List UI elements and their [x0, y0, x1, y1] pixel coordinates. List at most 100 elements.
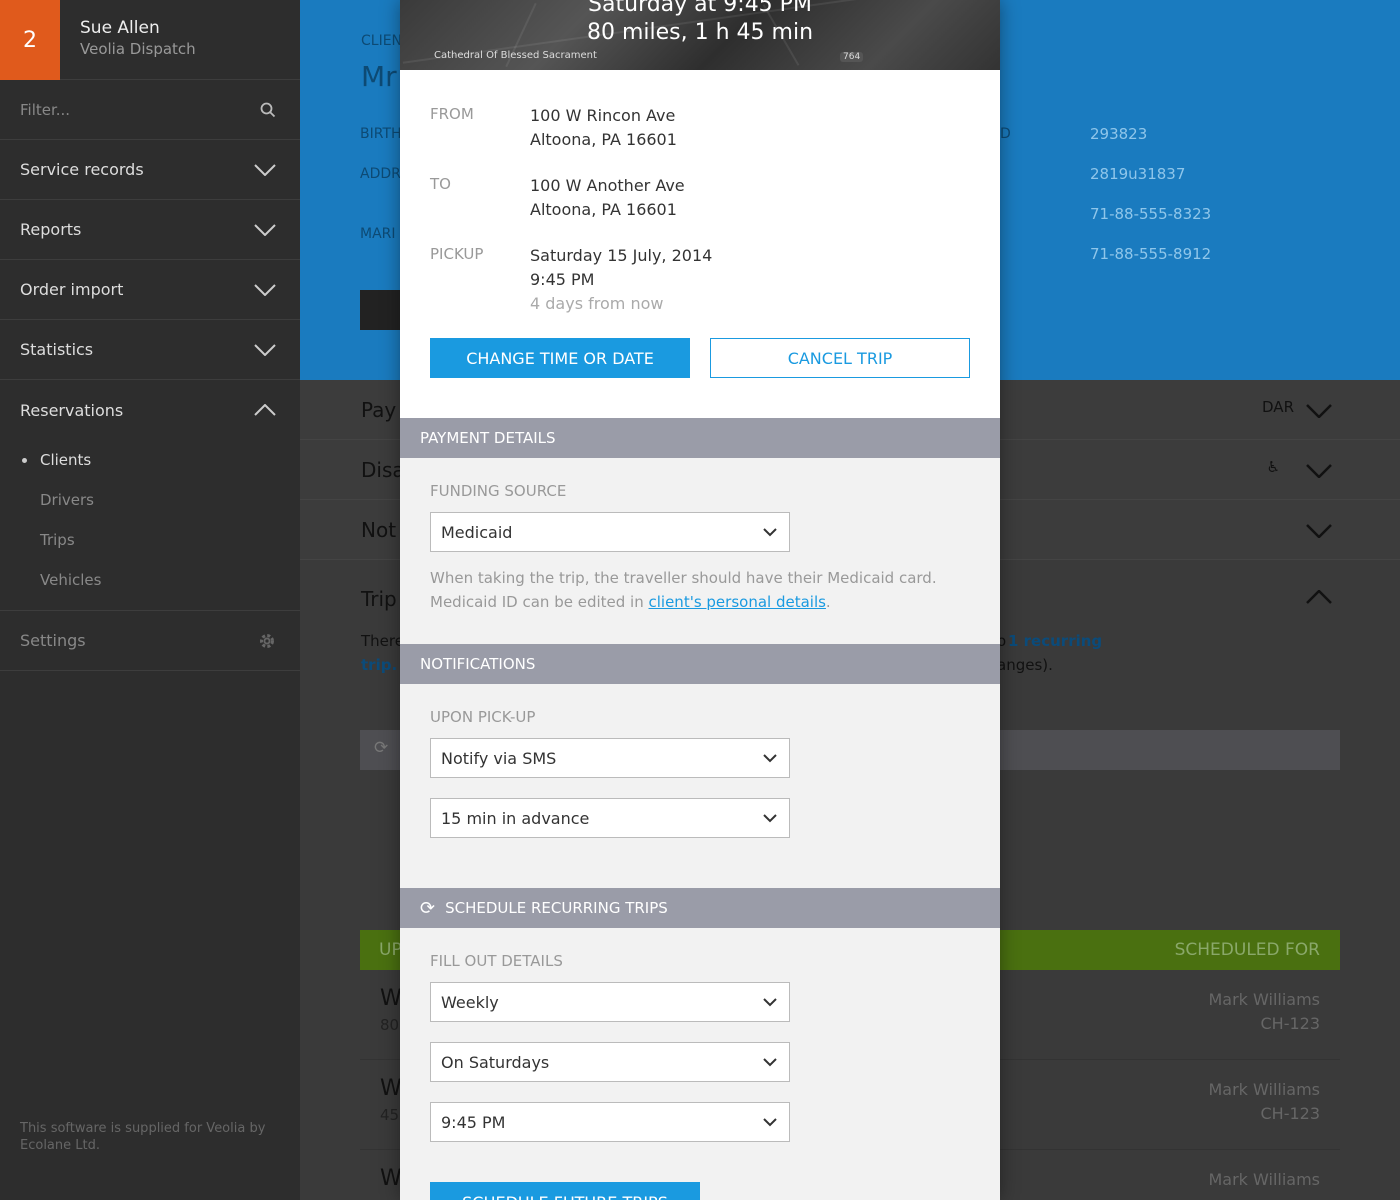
from-row: FROM 100 W Rincon Ave Altoona, PA 16601: [430, 104, 970, 152]
sub-item-drivers[interactable]: Drivers: [0, 480, 300, 520]
section-title: PAYMENT DETAILS: [420, 429, 556, 447]
help-line2: Medicaid ID can be edited in client's pe…: [430, 590, 970, 614]
section-title: NOTIFICATIONS: [420, 655, 536, 673]
list-title: W: [380, 1076, 402, 1101]
help-suffix: .: [825, 593, 831, 611]
trip-text: There: [361, 632, 404, 650]
filter-input[interactable]: [20, 100, 220, 119]
notifications-section-header: NOTIFICATIONS: [400, 644, 1000, 684]
pickup-notify-label: UPON PICK-UP: [430, 708, 536, 726]
chevron-down-icon: [763, 997, 777, 1006]
list-title: W: [380, 1166, 402, 1191]
sub-item-clients[interactable]: Clients: [0, 440, 300, 480]
notify-method-select[interactable]: Notify via SMS: [430, 738, 790, 778]
from-line1: 100 W Rincon Ave: [530, 106, 676, 125]
row-label: Not: [361, 518, 397, 542]
chevron-down-icon: [254, 283, 276, 296]
nav-reservations[interactable]: Reservations: [0, 380, 300, 440]
pickup-date: Saturday 15 July, 2014: [530, 246, 713, 265]
trip-modal: Saturday at 9:45 PM 80 miles, 1 h 45 min…: [400, 0, 1000, 1200]
map-route-shield: 764: [840, 52, 864, 62]
user-name: Sue Allen: [80, 18, 160, 38]
trip-link[interactable]: 1 recurring: [1008, 632, 1102, 650]
trip-link[interactable]: trip.: [361, 656, 397, 674]
nav-order-import[interactable]: Order import: [0, 260, 300, 320]
pickup-row: PICKUP Saturday 15 July, 2014 9:45 PM 4 …: [430, 244, 970, 316]
phone-value: 71-88-555-8323: [1090, 205, 1212, 223]
schedule-future-trips-button[interactable]: SCHEDULE FUTURE TRIPS: [430, 1182, 700, 1200]
footer-text: This software is supplied for Veolia by …: [20, 1121, 266, 1153]
notifications-section: UPON PICK-UP Notify via SMS 15 min in ad…: [400, 684, 1000, 888]
nav-service-records[interactable]: Service records: [0, 140, 300, 200]
chevron-down-icon: [1306, 404, 1332, 418]
marital-label: MARI: [360, 226, 396, 242]
pickup-label: PICKUP: [430, 245, 484, 263]
frequency-select[interactable]: Weekly: [430, 982, 790, 1022]
route-map: Saturday at 9:45 PM 80 miles, 1 h 45 min…: [400, 0, 1000, 70]
user-info: Sue Allen Veolia Dispatch: [60, 0, 196, 79]
vehicle-code: CH-123: [1260, 1104, 1320, 1123]
chevron-up-icon[interactable]: [1306, 590, 1332, 604]
upcoming-label: UP: [379, 940, 402, 960]
filter-bar: [0, 80, 300, 140]
chevron-up-icon: [254, 404, 276, 416]
details-label: FILL OUT DETAILS: [430, 952, 563, 970]
sub-item-trips[interactable]: Trips: [0, 520, 300, 560]
map-place-label: Cathedral Of Blessed Sacrament: [434, 50, 597, 61]
trip-actions: CHANGE TIME OR DATE CANCEL TRIP: [430, 338, 970, 378]
to-address: 100 W Another Ave Altoona, PA 16601: [530, 174, 685, 222]
driver-name: Mark Williams: [1208, 1080, 1320, 1099]
birth-label: BIRTH: [360, 126, 402, 142]
recurring-section: FILL OUT DETAILS Weekly On Saturdays 9:4…: [400, 928, 1000, 1192]
from-address: 100 W Rincon Ave Altoona, PA 16601: [530, 104, 677, 152]
list-sub: 45: [380, 1106, 400, 1124]
recurring-section-header: ⟳ SCHEDULE RECURRING TRIPS: [400, 888, 1000, 928]
select-value: On Saturdays: [441, 1052, 550, 1072]
payment-section: FUNDING SOURCE Medicaid When taking the …: [400, 458, 1000, 644]
chevron-down-icon: [763, 813, 777, 822]
phone-alt-value: 71-88-555-8912: [1090, 245, 1212, 263]
chevron-down-icon: [254, 343, 276, 356]
nav-settings[interactable]: Settings: [0, 611, 300, 671]
to-line1: 100 W Another Ave: [530, 176, 685, 195]
reservations-submenu: Clients Drivers Trips Vehicles: [0, 440, 300, 611]
time-select[interactable]: 9:45 PM: [430, 1102, 790, 1142]
pickup-time: 9:45 PM: [530, 270, 595, 289]
row-value: DAR: [1262, 398, 1294, 416]
recurring-link[interactable]: 1 recurring: [1008, 632, 1102, 650]
medicaid-value: 2819u31837: [1090, 165, 1186, 183]
to-label: TO: [430, 175, 451, 193]
trip-section-title: Trip: [361, 587, 397, 611]
client-label: CLIEN: [361, 33, 403, 49]
notification-badge[interactable]: 2: [0, 0, 60, 80]
vehicle-code: CH-123: [1260, 1014, 1320, 1033]
nav-statistics[interactable]: Statistics: [0, 320, 300, 380]
personal-details-link[interactable]: client's personal details: [649, 593, 826, 611]
help-line1: When taking the trip, the traveller shou…: [430, 569, 937, 587]
chevron-down-icon: [1306, 464, 1332, 478]
notify-advance-select[interactable]: 15 min in advance: [430, 798, 790, 838]
trip-link-end[interactable]: trip.: [361, 656, 397, 674]
client-name: Mr: [361, 60, 397, 93]
nav-reports[interactable]: Reports: [0, 200, 300, 260]
chevron-down-icon: [763, 753, 777, 762]
scheduled-label: SCHEDULED FOR: [1174, 940, 1320, 960]
help-prefix: Medicaid ID can be edited in: [430, 593, 649, 611]
user-org: Veolia Dispatch: [80, 40, 196, 58]
to-line2: Altoona, PA 16601: [530, 200, 677, 219]
search-icon[interactable]: [260, 102, 276, 118]
chevron-down-icon: [254, 223, 276, 236]
nav-label: Order import: [20, 280, 124, 299]
select-value: Notify via SMS: [441, 748, 557, 768]
section-title: SCHEDULE RECURRING TRIPS: [445, 899, 668, 917]
cancel-trip-button[interactable]: CANCEL TRIP: [710, 338, 970, 378]
chevron-down-icon: [763, 527, 777, 536]
funding-source-select[interactable]: Medicaid: [430, 512, 790, 552]
user-block[interactable]: 2 Sue Allen Veolia Dispatch: [0, 0, 300, 80]
sub-item-vehicles[interactable]: Vehicles: [0, 560, 300, 600]
address-label: ADDR: [360, 166, 401, 182]
day-select[interactable]: On Saturdays: [430, 1042, 790, 1082]
map-distance: 80 miles, 1 h 45 min: [586, 20, 814, 45]
change-time-button[interactable]: CHANGE TIME OR DATE: [430, 338, 690, 378]
chevron-down-icon: [1306, 524, 1332, 538]
